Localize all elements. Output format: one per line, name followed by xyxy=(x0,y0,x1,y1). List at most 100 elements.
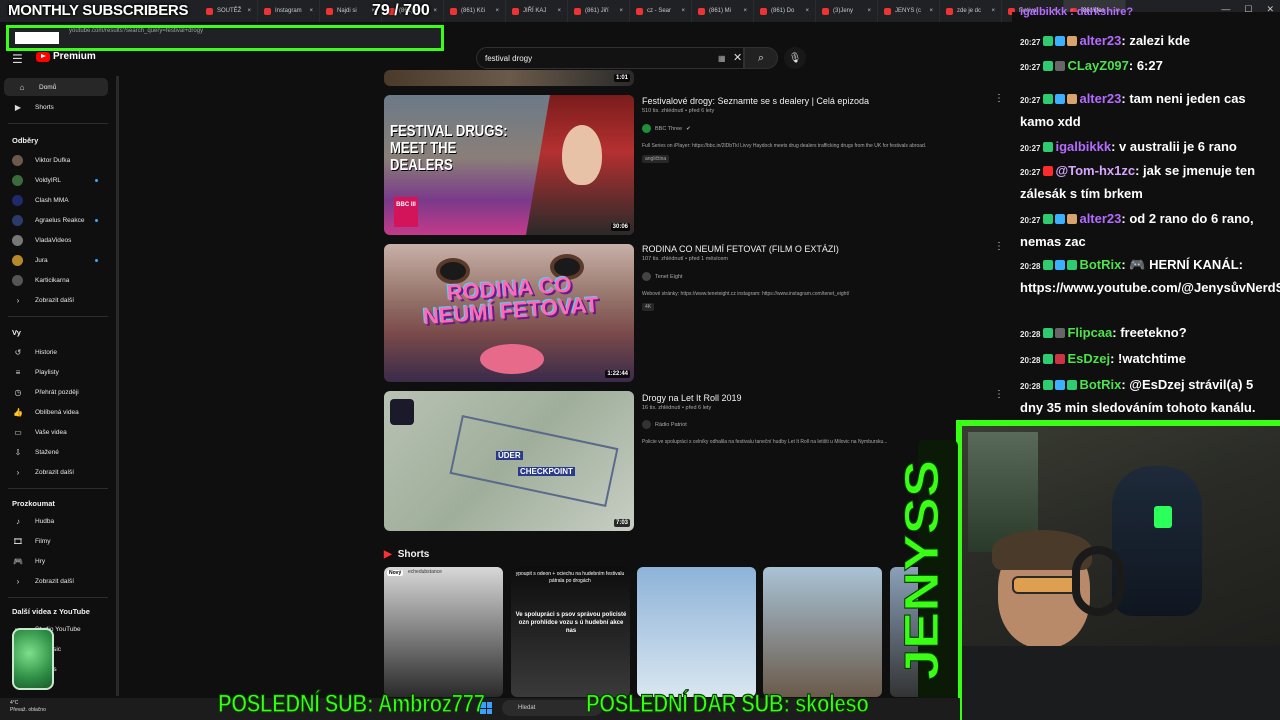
clock-icon: ◷ xyxy=(14,387,22,397)
chat-timestamp: 20:28 xyxy=(1020,330,1041,339)
download-icon: ⇩ xyxy=(14,447,22,457)
sidebar-item-you[interactable]: ↺ Historie xyxy=(0,343,112,361)
tab-close-icon[interactable]: × xyxy=(557,8,561,14)
short-thumbnail[interactable] xyxy=(763,567,882,697)
maximize-icon[interactable]: ☐ xyxy=(1244,4,1252,15)
weather-widget[interactable]: 4°C Převaž. oblačno xyxy=(10,700,46,714)
sidebar-item-channel[interactable]: VladaVideos xyxy=(0,231,112,249)
chat-message: 20:27 CLayZ097: 6:27 xyxy=(1020,55,1278,78)
chevron-down-icon: › xyxy=(16,295,20,305)
browser-tab[interactable]: (861) Mi × xyxy=(692,0,754,22)
sidebar-item-channel[interactable]: Viktor Dufka xyxy=(0,151,112,169)
sidebar-show-more[interactable]: › Zobrazit další xyxy=(0,291,112,309)
browser-tab[interactable]: JIŘÍ KAJ × xyxy=(506,0,568,22)
video-thumbnail[interactable]: RODINA CO NEUMÍ FETOVAT 1:22:44 xyxy=(384,244,634,382)
short-thumbnail[interactable]: Nový echedubstance xyxy=(384,567,503,697)
search-input[interactable]: festival drogy xyxy=(476,47,744,69)
tab-close-icon[interactable]: × xyxy=(619,8,623,14)
tab-close-icon[interactable]: × xyxy=(495,8,499,14)
browser-tab[interactable]: JENYS (c × xyxy=(878,0,940,22)
browser-tab[interactable]: zde je dc × xyxy=(940,0,1002,22)
more-actions-icon[interactable]: ⋮ xyxy=(994,93,1004,104)
tab-close-icon[interactable]: × xyxy=(805,8,809,14)
video-title[interactable]: Drogy na Let It Roll 2019 xyxy=(642,393,742,403)
browser-tab[interactable]: (861) Kči × xyxy=(444,0,506,22)
tab-close-icon[interactable]: × xyxy=(867,8,871,14)
search-button[interactable]: ⌕ xyxy=(744,47,778,69)
video-title[interactable]: RODINA CO NEUMÍ FETOVAT (FILM O EXTÁZI) xyxy=(642,244,839,254)
sidebar-item-you[interactable]: ⇩ Stažené xyxy=(0,443,112,461)
video-channel[interactable]: BBC Three ✔ xyxy=(642,124,691,133)
minimize-icon[interactable]: — xyxy=(1221,4,1230,15)
sidebar-item-explore[interactable]: ♪ Hudba xyxy=(0,512,112,530)
sidebar-item-explore[interactable]: 🎞 Filmy xyxy=(0,532,112,550)
sidebar-item-you[interactable]: ▭ Vaše videa xyxy=(0,423,112,441)
short-thumbnail[interactable]: ypoupit s odeon + ociechu na hudebním fe… xyxy=(511,567,630,697)
sidebar-explore-heading[interactable]: Prozkoumat xyxy=(12,499,55,508)
webcam-glasses xyxy=(1012,576,1078,594)
sidebar-item-channel[interactable]: Agraelus Reakce xyxy=(0,211,112,229)
clear-search-icon[interactable]: ✕ xyxy=(733,51,742,64)
video-channel[interactable]: Rádio Patriot xyxy=(642,420,687,429)
tab-close-icon[interactable]: × xyxy=(929,8,933,14)
sidebar-item-channel[interactable]: VoldyIRL xyxy=(0,171,112,189)
menu-icon[interactable]: ☰ xyxy=(12,52,23,66)
sidebar-more-heading[interactable]: Další videa z YouTube xyxy=(12,607,90,616)
more-actions-icon[interactable]: ⋮ xyxy=(994,389,1004,400)
tab-favicon-icon xyxy=(822,7,829,15)
youtube-logo[interactable]: Premium xyxy=(36,51,96,62)
browser-tab[interactable]: (3)Jeny × xyxy=(816,0,878,22)
like-icon: 👍 xyxy=(13,407,23,417)
video-thumbnail[interactable]: FESTIVAL DRUGS: MEET THE DEALERS BBC III… xyxy=(384,95,634,235)
chat-message: 20:28 EsDzej: !watchtime xyxy=(1020,348,1278,371)
history-icon: ↺ xyxy=(14,347,22,357)
sidebar-item-explore[interactable]: 🎮 Hry xyxy=(0,552,112,570)
sidebar-item-label: Agraelus Reakce xyxy=(35,216,85,224)
tab-close-icon[interactable]: × xyxy=(991,8,995,14)
browser-tab[interactable]: cz - Sear × xyxy=(630,0,692,22)
keyboard-icon[interactable]: ▦ xyxy=(718,54,726,63)
video-channel[interactable]: Tenet Eight xyxy=(642,272,683,281)
address-bar[interactable]: youtube.com/results?search_query=festiva… xyxy=(6,25,444,51)
sidebar-you-heading[interactable]: Vy xyxy=(12,328,21,337)
tab-close-icon[interactable]: × xyxy=(743,8,747,14)
chat-message: 20:27 alter23: od 2 rano do 6 rano, nemas… xyxy=(1020,208,1278,252)
sidebar-item-you[interactable]: ≡ Playlisty xyxy=(0,363,112,381)
sidebar-item-home[interactable]: ⌂ Domů xyxy=(4,78,108,96)
tab-close-icon[interactable]: × xyxy=(433,8,437,14)
video-title[interactable]: Festivalové drogy: Seznamte se s dealery… xyxy=(642,96,869,106)
voice-search-button[interactable]: 🎙 xyxy=(784,47,806,69)
tab-close-icon[interactable]: × xyxy=(247,8,251,14)
sidebar-item-shorts[interactable]: ▶ Shorts xyxy=(0,98,112,116)
chat-badge-icon xyxy=(1043,214,1054,224)
channel-avatar xyxy=(12,194,23,206)
sidebar-item-channel[interactable]: Jura xyxy=(0,251,112,269)
channel-avatar xyxy=(642,124,651,133)
sidebar-item-you[interactable]: 👍 Oblíbená videa xyxy=(0,403,112,421)
weather-desc: Převaž. oblačno xyxy=(10,707,46,713)
sidebar-show-more[interactable]: › Zobrazit další xyxy=(0,463,112,481)
sidebar-item-channel[interactable]: Clash MMA xyxy=(0,191,112,209)
close-window-icon[interactable]: ✕ xyxy=(1266,4,1274,15)
thumbnail-label: ÚDER xyxy=(496,451,523,460)
sidebar-item-label: Shorts xyxy=(35,103,54,111)
browser-tab[interactable]: (861) Jiří × xyxy=(568,0,630,22)
tab-close-icon[interactable]: × xyxy=(681,8,685,14)
browser-tab[interactable]: (861) Do × xyxy=(754,0,816,22)
sidebar-scrollbar[interactable] xyxy=(116,76,119,696)
chat-badge-icon xyxy=(1043,142,1054,152)
chat-username: Flipcaa xyxy=(1067,325,1113,340)
browser-tab[interactable]: Instagram × xyxy=(258,0,320,22)
short-thumbnail[interactable] xyxy=(637,567,756,697)
tab-close-icon[interactable]: × xyxy=(309,8,313,14)
browser-tab-label: (861) Mi xyxy=(709,8,732,14)
browser-tab[interactable]: SOUTĚŽ × xyxy=(200,0,258,22)
sidebar-subscriptions-heading[interactable]: Odběry xyxy=(12,136,38,145)
sidebar-item-you[interactable]: ◷ Přehrát později xyxy=(0,383,112,401)
sidebar-item-channel[interactable]: Karticikarna xyxy=(0,271,112,289)
monthly-subscribers-label: MONTHLY SUBSCRIBERS xyxy=(8,2,189,19)
sidebar-show-more[interactable]: › Zobrazit další xyxy=(0,572,112,590)
video-thumbnail[interactable]: ÚDER CHECKPOINT 7:03 xyxy=(384,391,634,531)
video-thumbnail-partial[interactable]: 1:01 xyxy=(384,70,634,86)
more-actions-icon[interactable]: ⋮ xyxy=(994,241,1004,252)
